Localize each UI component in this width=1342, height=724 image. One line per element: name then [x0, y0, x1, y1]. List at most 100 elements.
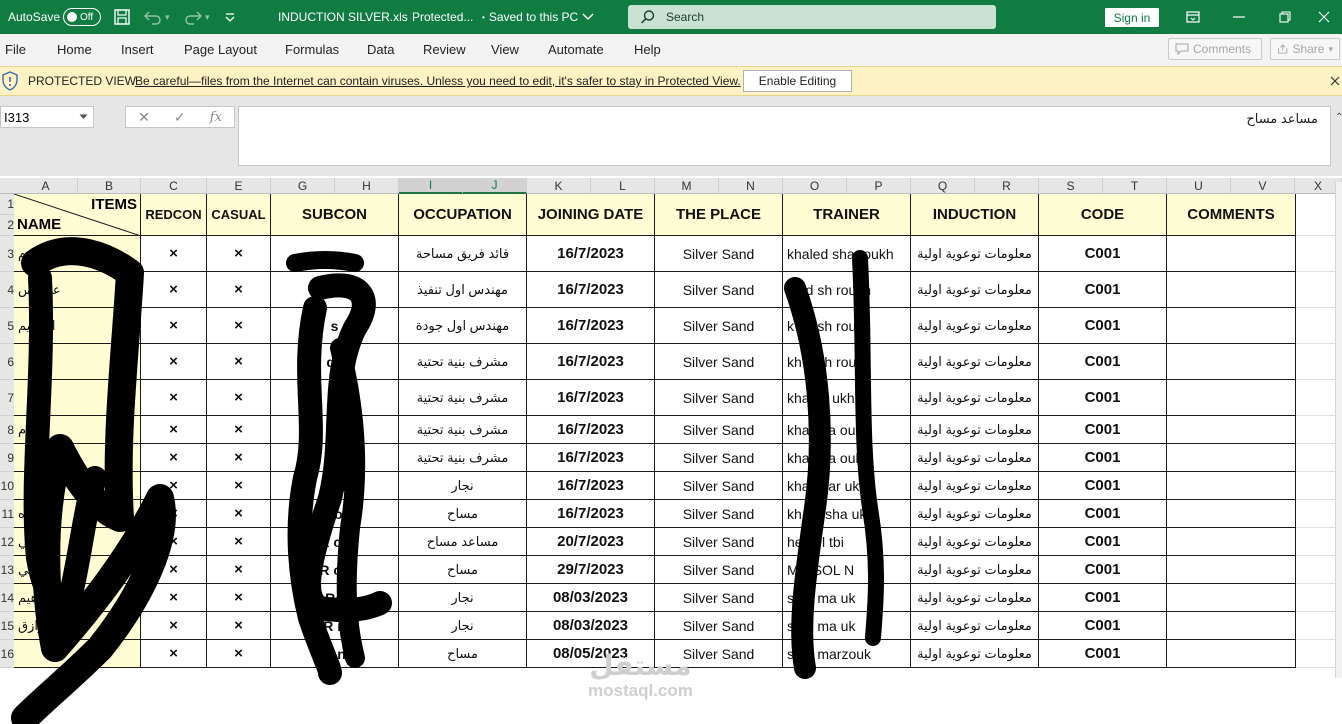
- cell-subcon[interactable]: dcon: [271, 500, 399, 528]
- row-header-5[interactable]: 5: [0, 308, 14, 344]
- name-box[interactable]: I313: [0, 106, 94, 128]
- cell-induction[interactable]: معلومات توعوية اولية: [911, 272, 1039, 308]
- cell-trainer[interactable]: MR SOL N: [783, 556, 911, 584]
- cell-casual[interactable]: ×: [207, 444, 271, 472]
- cell-occupation[interactable]: مشرف بنية تحتية: [399, 444, 527, 472]
- row-header-16[interactable]: 16: [0, 640, 14, 668]
- cell-comments[interactable]: [1167, 344, 1296, 380]
- header-redcon[interactable]: REDCON: [141, 194, 207, 236]
- cell-place[interactable]: Silver Sand: [655, 500, 783, 528]
- cell-place[interactable]: Silver Sand: [655, 344, 783, 380]
- row-header-2[interactable]: 2: [0, 215, 14, 236]
- cell-name[interactable]: [14, 640, 141, 668]
- cell-redcon[interactable]: ×: [141, 556, 207, 584]
- empty-cell[interactable]: [1296, 194, 1336, 236]
- function-icon[interactable]: fx: [210, 110, 222, 125]
- cell-code[interactable]: C001: [1039, 500, 1167, 528]
- cell-redcon[interactable]: ×: [141, 344, 207, 380]
- tab-data[interactable]: Data: [367, 42, 394, 57]
- column-header-m[interactable]: M: [655, 178, 719, 194]
- cell-code[interactable]: C001: [1039, 472, 1167, 500]
- protected-view-message[interactable]: Be careful—files from the Internet can c…: [135, 67, 741, 95]
- cell-occupation[interactable]: مساح: [399, 640, 527, 668]
- cell-comments[interactable]: [1167, 472, 1296, 500]
- cell-subcon[interactable]: R co: [271, 528, 399, 556]
- cell-occupation[interactable]: مهندس اول جودة: [399, 308, 527, 344]
- cell-trainer[interactable]: hed el tbi: [783, 528, 911, 556]
- cell-induction[interactable]: معلومات توعوية اولية: [911, 416, 1039, 444]
- cell-joining-date[interactable]: 16/7/2023: [527, 416, 655, 444]
- cell-redcon[interactable]: ×: [141, 444, 207, 472]
- cell-subcon[interactable]: R: [271, 272, 399, 308]
- cell-subcon[interactable]: s: [271, 308, 399, 344]
- cell-casual[interactable]: ×: [207, 416, 271, 444]
- minimize-icon[interactable]: [1216, 0, 1262, 34]
- restore-icon[interactable]: [1262, 0, 1308, 34]
- cell-casual[interactable]: ×: [207, 472, 271, 500]
- tab-help[interactable]: Help: [634, 42, 661, 57]
- cell-occupation[interactable]: مهندس اول تنفيذ: [399, 272, 527, 308]
- cell-trainer[interactable]: kh ed sha ukh: [783, 500, 911, 528]
- cell-comments[interactable]: [1167, 612, 1296, 640]
- empty-cell[interactable]: [1296, 640, 1336, 668]
- cell-name[interactable]: مص لي: [14, 556, 141, 584]
- cell-place[interactable]: Silver Sand: [655, 272, 783, 308]
- tab-file[interactable]: File: [5, 42, 26, 57]
- cell-induction[interactable]: معلومات توعوية اولية: [911, 640, 1039, 668]
- column-header-j[interactable]: J: [463, 178, 527, 194]
- cell-induction[interactable]: معلومات توعوية اولية: [911, 344, 1039, 380]
- formula-input[interactable]: مساعد مساح: [238, 106, 1331, 166]
- cell-subcon[interactable]: Ro: [271, 584, 399, 612]
- empty-cell[interactable]: [1296, 528, 1336, 556]
- cell-trainer[interactable]: sser ma uk: [783, 584, 911, 612]
- cell-casual[interactable]: ×: [207, 344, 271, 380]
- row-header-8[interactable]: 8: [0, 416, 14, 444]
- cell-code[interactable]: C001: [1039, 308, 1167, 344]
- cell-code[interactable]: C001: [1039, 344, 1167, 380]
- cell-casual[interactable]: ×: [207, 612, 271, 640]
- cell-name[interactable]: ه: [14, 500, 141, 528]
- redo-icon[interactable]: [183, 0, 203, 34]
- cell-subcon[interactable]: [271, 236, 399, 272]
- cell-code[interactable]: C001: [1039, 380, 1167, 416]
- row-header-9[interactable]: 9: [0, 444, 14, 472]
- cell-place[interactable]: Silver Sand: [655, 308, 783, 344]
- cell-joining-date[interactable]: 20/7/2023: [527, 528, 655, 556]
- cell-joining-date[interactable]: 16/7/2023: [527, 444, 655, 472]
- cell-subcon[interactable]: ed: [271, 444, 399, 472]
- cell-redcon[interactable]: ×: [141, 584, 207, 612]
- row-header-14[interactable]: 14: [0, 584, 14, 612]
- cell-trainer[interactable]: aled sh roukh: [783, 272, 911, 308]
- header-subcon[interactable]: SUBCON: [271, 194, 399, 236]
- cell-redcon[interactable]: ×: [141, 380, 207, 416]
- row-header-6[interactable]: 6: [0, 344, 14, 380]
- cell-joining-date[interactable]: 29/7/2023: [527, 556, 655, 584]
- cell-joining-date[interactable]: 16/7/2023: [527, 380, 655, 416]
- cell-casual[interactable]: ×: [207, 528, 271, 556]
- row-header-12[interactable]: 12: [0, 528, 14, 556]
- column-header-b[interactable]: B: [78, 178, 141, 194]
- cell-redcon[interactable]: ×: [141, 500, 207, 528]
- cell-casual[interactable]: ×: [207, 500, 271, 528]
- tab-view[interactable]: View: [491, 42, 519, 57]
- check-icon[interactable]: ✓: [174, 109, 186, 126]
- cell-casual[interactable]: ×: [207, 236, 271, 272]
- cell-trainer[interactable]: khaled sha roukh: [783, 236, 911, 272]
- header-induction[interactable]: INDUCTION: [911, 194, 1039, 236]
- column-header-p[interactable]: P: [847, 178, 911, 194]
- cell-comments[interactable]: [1167, 444, 1296, 472]
- cell-induction[interactable]: معلومات توعوية اولية: [911, 612, 1039, 640]
- column-header-k[interactable]: K: [527, 178, 591, 194]
- cell-trainer[interactable]: kha sh ukh: [783, 380, 911, 416]
- cell-name[interactable]: ابراهيم: [14, 308, 141, 344]
- cell-name[interactable]: سي: [14, 528, 141, 556]
- cell-comments[interactable]: [1167, 500, 1296, 528]
- cell-joining-date[interactable]: 16/7/2023: [527, 472, 655, 500]
- undo-icon[interactable]: [143, 0, 163, 34]
- cell-joining-date[interactable]: 16/7/2023: [527, 308, 655, 344]
- enable-editing-button[interactable]: Enable Editing: [743, 70, 852, 92]
- header-the-place[interactable]: THE PLACE: [655, 194, 783, 236]
- column-header-l[interactable]: L: [591, 178, 655, 194]
- tab-home[interactable]: Home: [57, 42, 92, 57]
- redo-dropdown-icon[interactable]: ▾: [205, 0, 210, 34]
